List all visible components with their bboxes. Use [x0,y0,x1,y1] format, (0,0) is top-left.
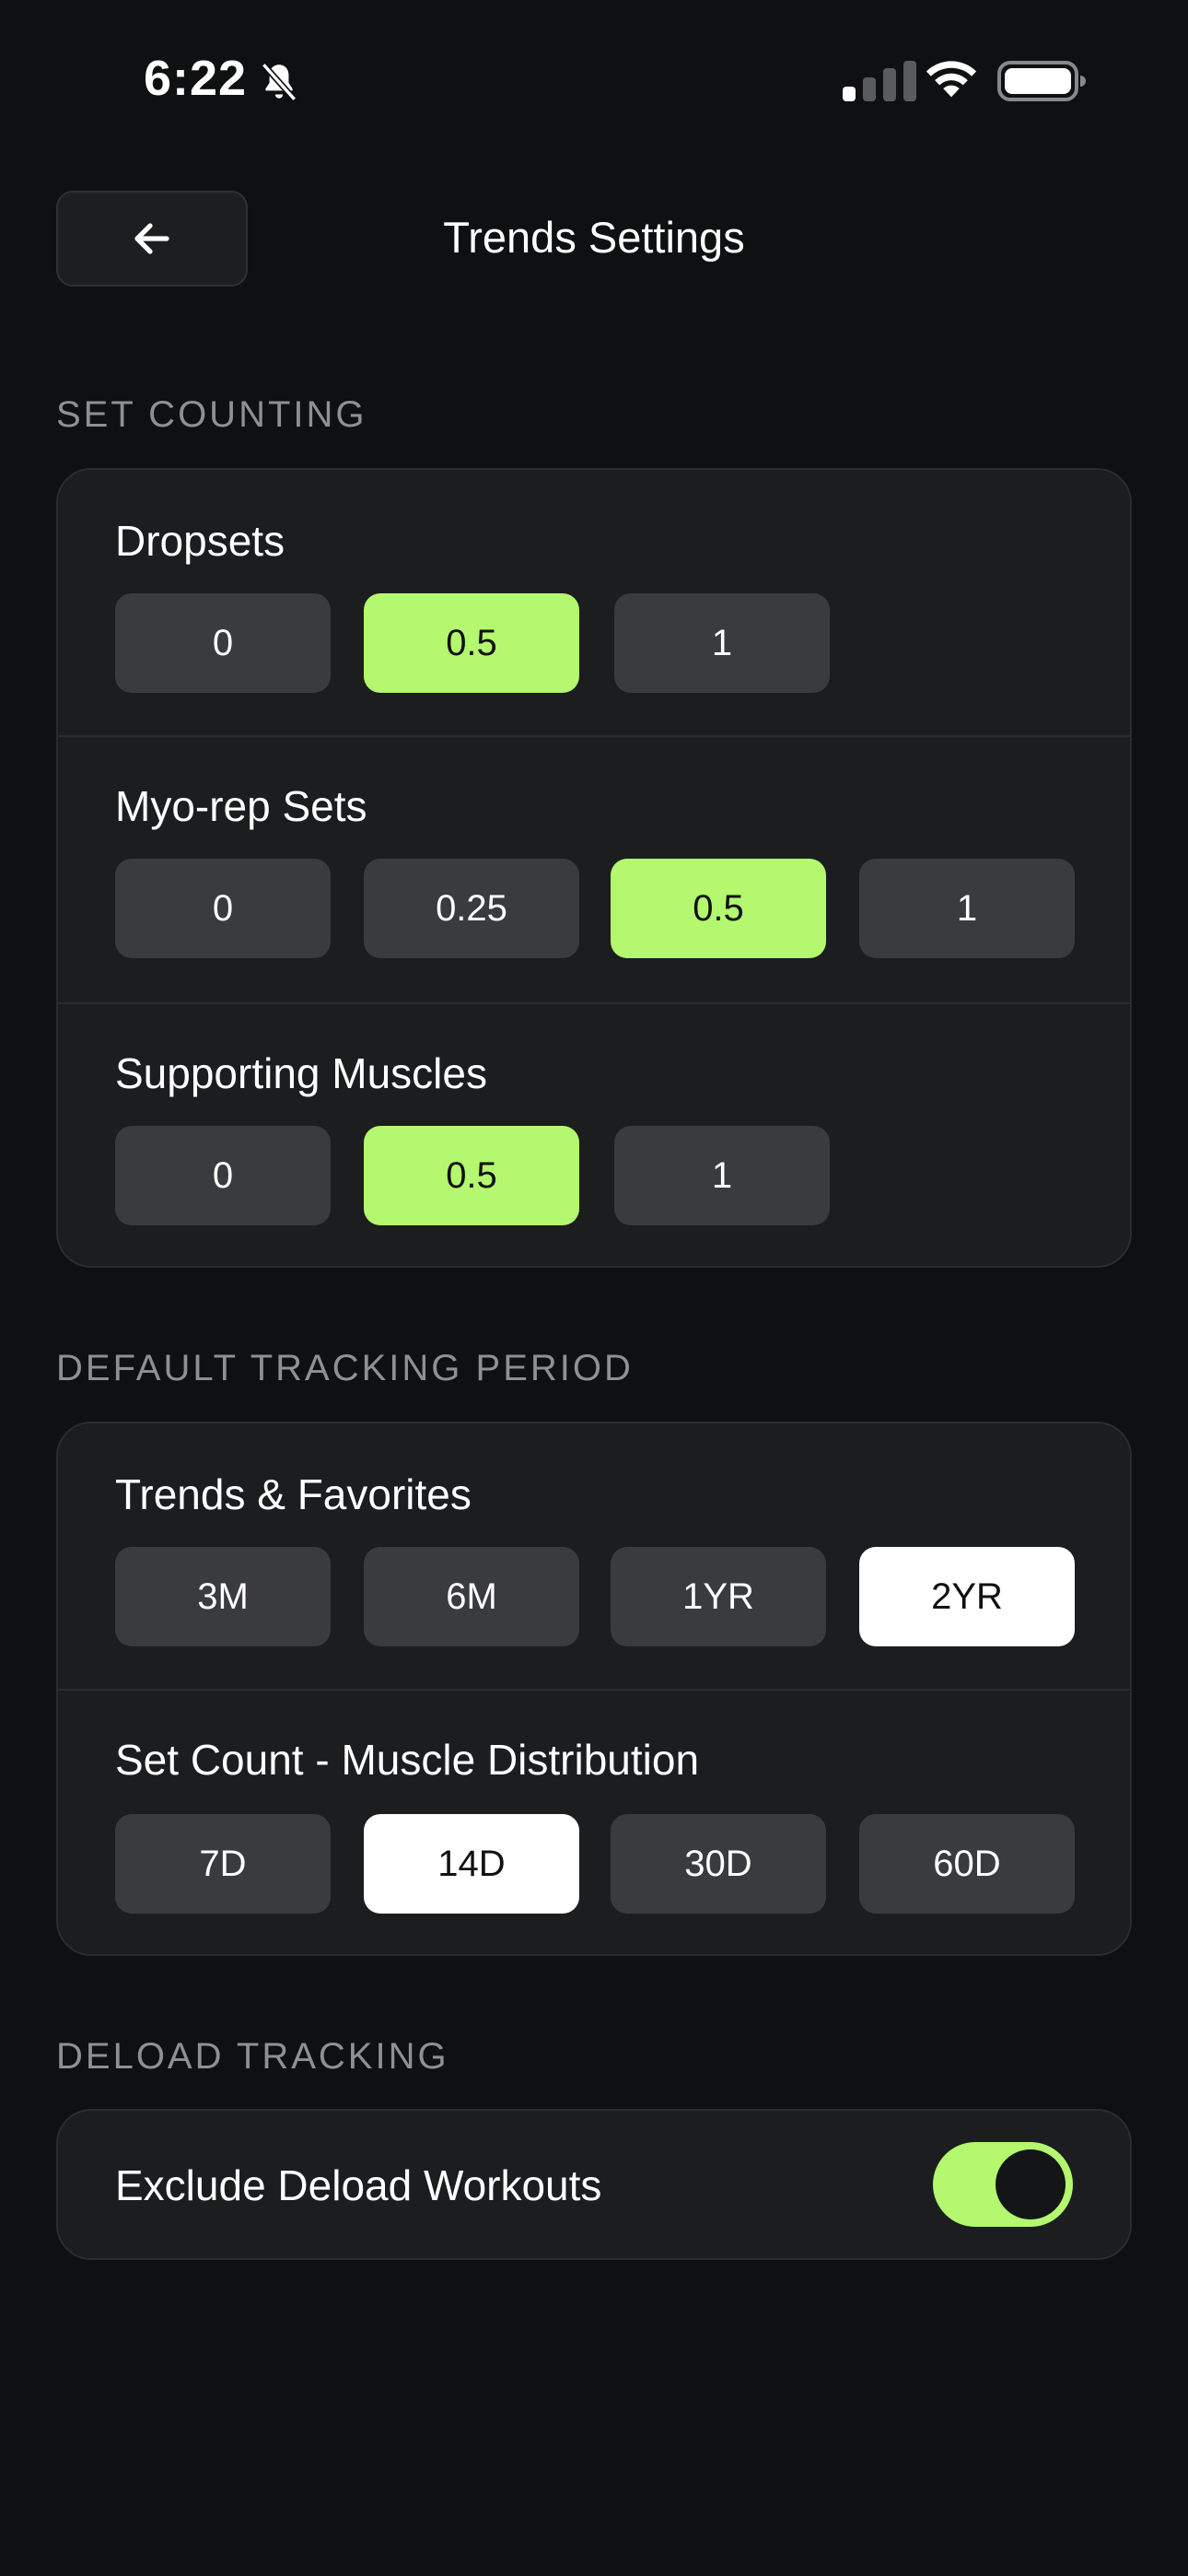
trends-settings-screen: 6:22 Trends Settings SET COUNTING Dropse… [0,0,1188,2576]
supporting-option-0-5[interactable]: 0.5 [364,1126,579,1225]
dropsets-title: Dropsets [115,517,285,565]
section-label-set-counting: SET COUNTING [56,394,367,435]
supporting-muscles-row: Supporting Muscles 0 0.5 1 [58,1004,1130,1266]
section-label-deload: DELOAD TRACKING [56,2036,449,2077]
muscle-distribution-row: Set Count - Muscle Distribution 7D 14D 3… [58,1691,1130,1954]
myo-rep-option-1[interactable]: 1 [859,859,1075,958]
period-option-3m[interactable]: 3M [115,1547,331,1646]
supporting-option-0[interactable]: 0 [115,1126,331,1225]
myo-rep-option-0-5[interactable]: 0.5 [611,859,826,958]
myo-rep-option-0[interactable]: 0 [115,859,331,958]
period-option-1yr[interactable]: 1YR [611,1547,826,1646]
dropsets-option-1[interactable]: 1 [614,593,830,693]
myo-rep-option-0-25[interactable]: 0.25 [364,859,579,958]
toggle-knob [996,2149,1066,2219]
dropsets-option-0[interactable]: 0 [115,593,331,693]
cellular-signal-icon [843,61,916,101]
status-time: 6:22 [144,51,248,106]
distribution-option-14d[interactable]: 14D [364,1814,579,1914]
wifi-icon [926,61,977,98]
distribution-option-60d[interactable]: 60D [859,1814,1075,1914]
set-counting-card: Dropsets 0 0.5 1 Myo-rep Sets 0 0.25 0.5… [56,468,1132,1268]
section-label-tracking-period: DEFAULT TRACKING PERIOD [56,1348,634,1388]
dropsets-row: Dropsets 0 0.5 1 [58,470,1130,735]
trends-favorites-title: Trends & Favorites [115,1470,472,1518]
distribution-option-30d[interactable]: 30D [611,1814,826,1914]
myo-rep-title: Myo-rep Sets [115,782,367,830]
status-bar: 6:22 [0,0,1188,157]
page-title: Trends Settings [443,213,745,262]
supporting-muscles-title: Supporting Muscles [115,1049,487,1097]
myo-rep-row: Myo-rep Sets 0 0.25 0.5 1 [58,737,1130,1002]
period-option-2yr[interactable]: 2YR [859,1547,1075,1646]
exclude-deload-toggle[interactable] [933,2142,1073,2227]
period-option-6m[interactable]: 6M [364,1547,579,1646]
supporting-option-1[interactable]: 1 [614,1126,830,1225]
battery-icon [997,61,1086,101]
dropsets-option-0-5[interactable]: 0.5 [364,593,579,693]
bell-slash-icon [261,63,297,101]
distribution-option-7d[interactable]: 7D [115,1814,331,1914]
muscle-distribution-title: Set Count - Muscle Distribution [115,1736,700,1784]
exclude-deload-title: Exclude Deload Workouts [115,2161,602,2209]
tracking-period-card: Trends & Favorites 3M 6M 1YR 2YR Set Cou… [56,1422,1132,1956]
trends-favorites-row: Trends & Favorites 3M 6M 1YR 2YR [58,1423,1130,1689]
deload-card: Exclude Deload Workouts [56,2109,1132,2260]
